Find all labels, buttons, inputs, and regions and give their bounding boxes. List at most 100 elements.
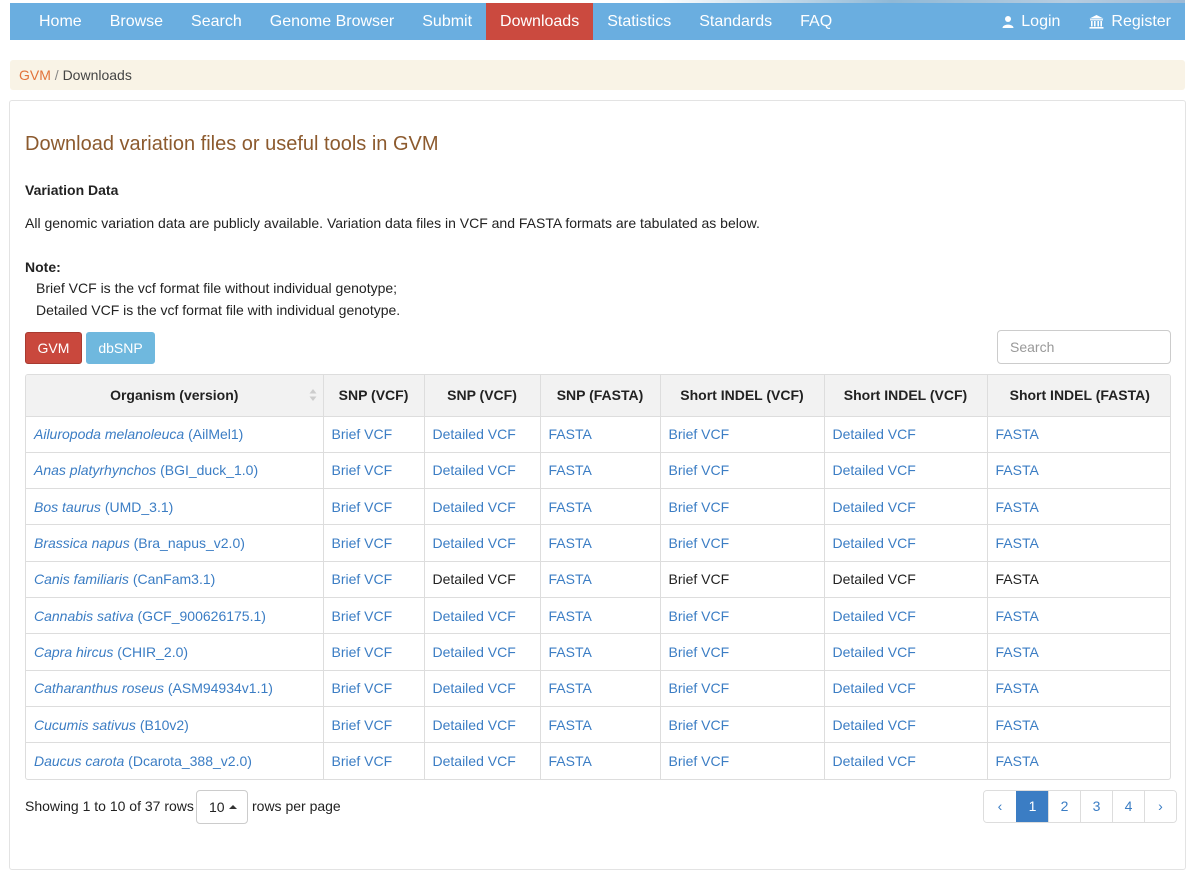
download-link[interactable]: FASTA [549, 426, 592, 442]
nav-home[interactable]: Home [10, 3, 96, 40]
organism-link[interactable]: Capra hircus (CHIR_2.0) [34, 644, 188, 660]
download-link[interactable]: Brief VCF [332, 608, 393, 624]
organism-link[interactable]: Bos taurus (UMD_3.1) [34, 499, 173, 515]
download-link[interactable]: FASTA [549, 499, 592, 515]
organism-link[interactable]: Cannabis sativa (GCF_900626175.1) [34, 608, 266, 624]
download-link[interactable]: Detailed VCF [833, 462, 916, 478]
download-link[interactable]: Detailed VCF [833, 426, 916, 442]
nav-faq[interactable]: FAQ [786, 3, 846, 40]
download-link[interactable]: FASTA [549, 753, 592, 769]
rows-per-page-value: 10 [209, 799, 225, 815]
download-link[interactable]: Detailed VCF [433, 753, 516, 769]
download-cell: Detailed VCF [423, 669, 541, 707]
page-button[interactable]: 3 [1080, 791, 1112, 822]
download-link[interactable]: Detailed VCF [833, 608, 916, 624]
download-link[interactable]: FASTA [549, 608, 592, 624]
download-link[interactable]: FASTA [996, 499, 1039, 515]
download-link[interactable]: Detailed VCF [833, 644, 916, 660]
download-link[interactable]: Detailed VCF [433, 462, 516, 478]
download-link[interactable]: FASTA [549, 644, 592, 660]
page-button[interactable]: 4 [1112, 791, 1144, 822]
download-link[interactable]: Brief VCF [332, 680, 393, 696]
page-button[interactable]: 1 [1016, 791, 1048, 822]
organism-version: (BGI_duck_1.0) [160, 462, 259, 479]
download-link[interactable]: Detailed VCF [833, 680, 916, 696]
download-link[interactable]: Brief VCF [332, 426, 393, 442]
prev-page-button[interactable]: ‹ [984, 791, 1016, 822]
download-link[interactable]: Brief VCF [669, 426, 730, 442]
download-link[interactable]: FASTA [549, 680, 592, 696]
download-link[interactable]: Brief VCF [669, 717, 730, 733]
column-header[interactable]: Organism (version) [26, 375, 324, 417]
dbsnp-filter-button[interactable]: dbSNP [86, 332, 155, 364]
download-link[interactable]: Detailed VCF [833, 499, 916, 515]
nav-downloads[interactable]: Downloads [486, 3, 594, 40]
download-link[interactable]: FASTA [996, 426, 1039, 442]
download-link[interactable]: Brief VCF [332, 717, 393, 733]
next-page-button[interactable]: › [1144, 791, 1176, 822]
column-header-label: SNP (VCF) [447, 387, 517, 404]
download-cell: Detailed VCF [423, 742, 541, 779]
download-link[interactable]: Brief VCF [669, 680, 730, 696]
download-link[interactable]: Brief VCF [332, 499, 393, 515]
download-link[interactable]: FASTA [996, 462, 1039, 478]
download-link[interactable]: Brief VCF [669, 644, 730, 660]
download-link[interactable]: FASTA [996, 680, 1039, 696]
sort-icon[interactable] [309, 388, 317, 402]
rows-per-page-select[interactable]: 10 [196, 790, 248, 824]
download-link[interactable]: FASTA [996, 753, 1039, 769]
organism-link[interactable]: Catharanthus roseus (ASM94934v1.1) [34, 680, 273, 696]
table-search-input[interactable] [997, 330, 1171, 364]
download-link[interactable]: FASTA [549, 535, 592, 551]
download-link[interactable]: Detailed VCF [433, 426, 516, 442]
download-link[interactable]: FASTA [996, 717, 1039, 733]
download-link[interactable]: FASTA [996, 535, 1039, 551]
nav-genome-browser[interactable]: Genome Browser [256, 3, 409, 40]
organism-link[interactable]: Canis familiaris (CanFam3.1) [34, 571, 215, 587]
organism-cell: Daucus carota (Dcarota_388_v2.0) [26, 742, 324, 779]
download-link[interactable]: FASTA [996, 608, 1039, 624]
nav-browse[interactable]: Browse [96, 3, 177, 40]
download-link[interactable]: Detailed VCF [433, 608, 516, 624]
download-link[interactable]: Detailed VCF [433, 680, 516, 696]
organism-link[interactable]: Daucus carota (Dcarota_388_v2.0) [34, 753, 252, 769]
download-cell: FASTA [539, 705, 661, 744]
download-link[interactable]: Detailed VCF [433, 499, 516, 515]
download-link[interactable]: Brief VCF [669, 462, 730, 478]
download-link[interactable]: Detailed VCF [833, 753, 916, 769]
gvm-filter-button[interactable]: GVM [25, 332, 82, 364]
download-link[interactable]: FASTA [549, 717, 592, 733]
download-link[interactable]: Detailed VCF [433, 717, 516, 733]
organism-link[interactable]: Ailuropoda melanoleuca (AilMel1) [34, 426, 243, 442]
nav-standards[interactable]: Standards [685, 3, 786, 40]
organism-link[interactable]: Brassica napus (Bra_napus_v2.0) [34, 535, 245, 551]
download-cell: Brief VCF [659, 560, 825, 598]
download-link[interactable]: Detailed VCF [833, 535, 916, 551]
download-link[interactable]: Detailed VCF [433, 644, 516, 660]
download-link[interactable]: Brief VCF [332, 571, 393, 587]
organism-link[interactable]: Cucumis sativus (B10v2) [34, 717, 189, 733]
download-link[interactable]: Brief VCF [669, 608, 730, 624]
register-link[interactable]: Register [1074, 3, 1185, 40]
nav-submit[interactable]: Submit [408, 3, 486, 40]
nav-search[interactable]: Search [177, 3, 256, 40]
download-link[interactable]: Detailed VCF [433, 535, 516, 551]
download-cell: FASTA [986, 415, 1170, 453]
download-link[interactable]: Brief VCF [669, 535, 730, 551]
download-link[interactable]: Brief VCF [332, 753, 393, 769]
login-link[interactable]: Login [972, 3, 1074, 40]
download-link[interactable]: Brief VCF [332, 535, 393, 551]
page-button[interactable]: 2 [1048, 791, 1080, 822]
organism-link[interactable]: Anas platyrhynchos (BGI_duck_1.0) [34, 462, 258, 478]
download-link[interactable]: Brief VCF [669, 499, 730, 515]
download-link[interactable]: FASTA [549, 571, 592, 587]
nav-statistics[interactable]: Statistics [593, 3, 685, 40]
download-link[interactable]: FASTA [549, 462, 592, 478]
download-link[interactable]: Brief VCF [332, 644, 393, 660]
download-link[interactable]: FASTA [996, 644, 1039, 660]
note-title: Note: [25, 259, 61, 275]
download-link[interactable]: Detailed VCF [833, 717, 916, 733]
breadcrumb-root-link[interactable]: GVM [19, 67, 51, 83]
download-link[interactable]: Brief VCF [669, 753, 730, 769]
download-link[interactable]: Brief VCF [332, 462, 393, 478]
